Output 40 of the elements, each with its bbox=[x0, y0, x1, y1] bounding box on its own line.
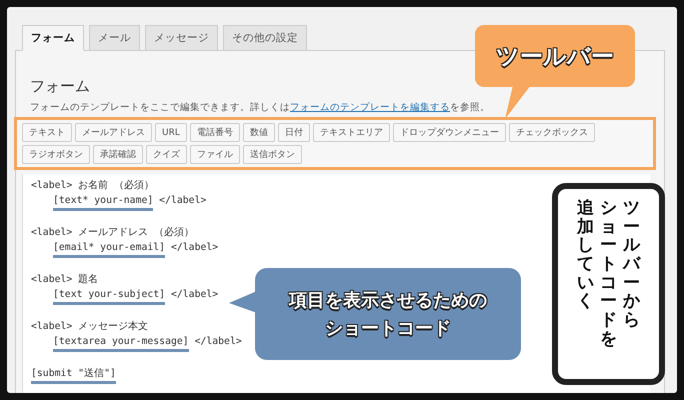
callout-text: ショートコード bbox=[325, 317, 451, 340]
code-text: <label> 題名 bbox=[31, 273, 98, 287]
description-text: フォームのテンプレートをここで編集できます。詳しくは フォームのテンプレートを編集する を参照。 bbox=[30, 101, 490, 114]
tag-button[interactable]: 承諾確認 bbox=[93, 145, 143, 164]
code-text: </label> bbox=[158, 194, 206, 208]
tag-button[interactable]: 送信ボタン bbox=[243, 145, 302, 164]
shortcode-text: [email* your-email] bbox=[53, 240, 166, 258]
tab[interactable]: メール bbox=[89, 25, 140, 51]
code-text: </label> bbox=[170, 241, 218, 255]
note-text: 追加していく bbox=[577, 199, 594, 312]
tab[interactable]: その他の設定 bbox=[223, 25, 307, 51]
note-text: ショートコードを bbox=[600, 199, 617, 348]
shortcode-text: [text* your-name] bbox=[53, 193, 154, 211]
callout-text: 項目を表示させるための bbox=[289, 289, 487, 312]
tag-button[interactable]: 日付 bbox=[278, 123, 310, 142]
tag-button[interactable]: 電話番号 bbox=[190, 123, 240, 142]
code-text: <label> メッセージ本文 bbox=[31, 320, 148, 334]
shortcode-text: [text your-subject] bbox=[53, 287, 166, 305]
note-text: ツールバーから bbox=[623, 199, 640, 330]
tag-button[interactable]: 数値 bbox=[242, 123, 275, 142]
tag-button[interactable]: メールアドレス bbox=[75, 123, 152, 142]
tab[interactable]: フォーム bbox=[22, 25, 84, 51]
section-title: フォーム bbox=[30, 77, 90, 96]
code-text: <label> メールアドレス （必須） bbox=[31, 226, 194, 240]
tag-button[interactable]: テキストエリア bbox=[312, 123, 390, 142]
callout-text: ツールバー bbox=[496, 42, 614, 72]
tag-button[interactable]: ファイル bbox=[190, 145, 240, 164]
tab[interactable]: メッセージ bbox=[145, 25, 218, 51]
tag-button[interactable]: チェックボックス bbox=[508, 123, 595, 142]
code-text: </label> bbox=[194, 335, 242, 349]
tag-button[interactable]: URL bbox=[155, 123, 187, 142]
tag-button[interactable]: ドロップダウンメニュー bbox=[392, 123, 506, 142]
template-link[interactable]: フォームのテンプレートを編集する bbox=[290, 102, 450, 113]
shortcode-text: [submit "送信"] bbox=[31, 366, 116, 384]
shortcode-text: [textarea your-message] bbox=[53, 334, 189, 352]
code-text: <label> お名前 （必須） bbox=[31, 178, 154, 193]
tag-button[interactable]: テキスト bbox=[22, 123, 72, 142]
code-text: </label> bbox=[170, 288, 218, 302]
tag-button[interactable]: クイズ bbox=[146, 145, 187, 164]
tag-button[interactable]: ラジオボタン bbox=[22, 145, 90, 164]
